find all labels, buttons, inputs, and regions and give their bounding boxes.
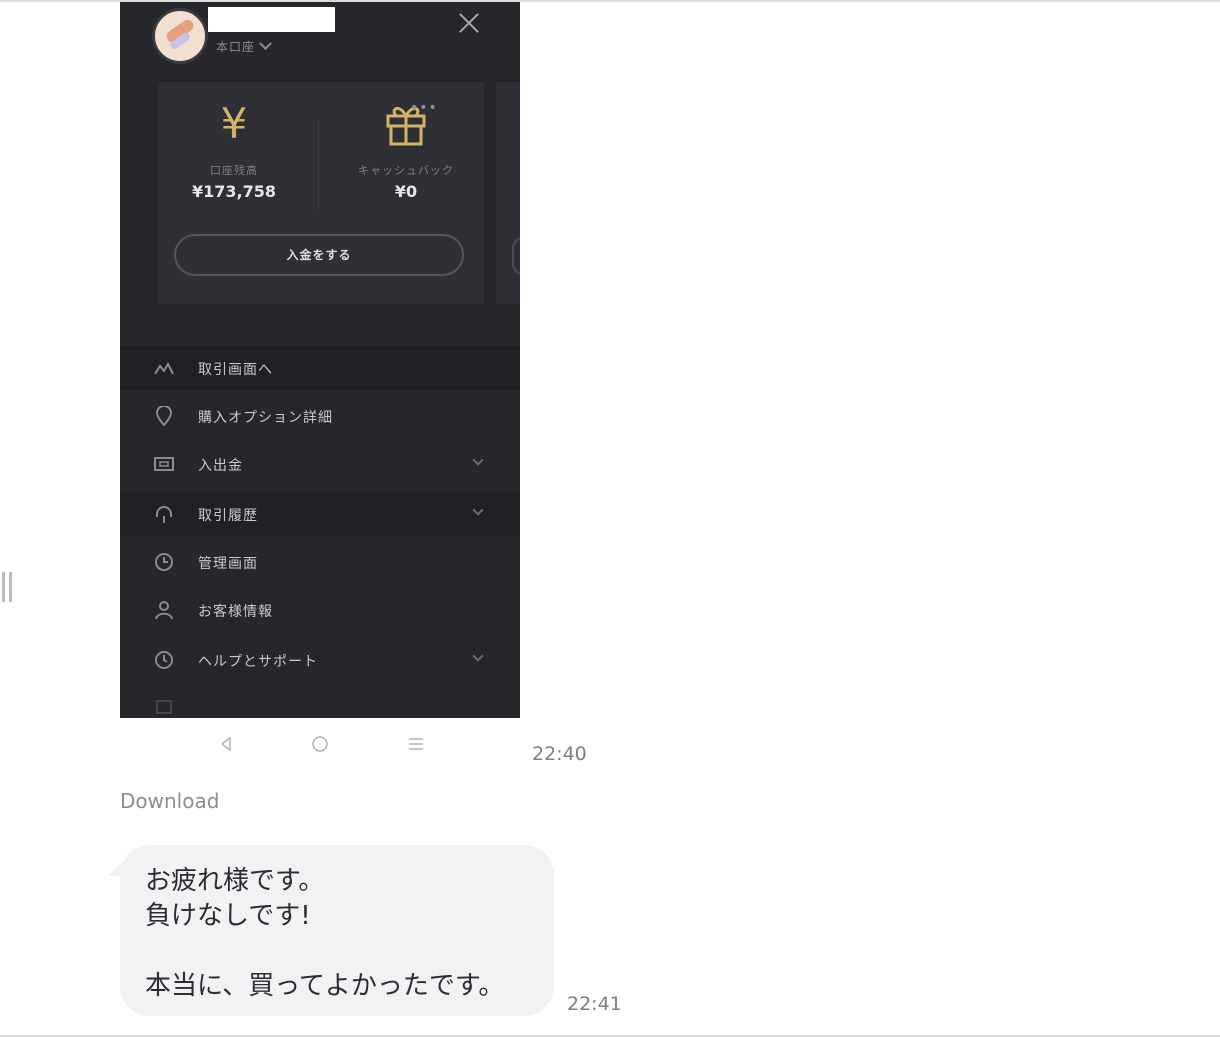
cashback-label: キャッシュバック [358, 164, 454, 177]
clock-icon [155, 553, 173, 571]
account-type-selector: 本口座 [216, 37, 272, 55]
menu-item-purchase-options: 購入オプション詳細 [120, 394, 520, 438]
more-dots-icon: ••• [410, 100, 438, 116]
menu-label: ヘルプとサポート [198, 654, 318, 670]
app-menu-screen: 本口座 ¥ 口座残高 ¥173,758 キャッシュバック ¥0 入金をする ••… [120, 2, 520, 718]
cashback-value: ¥0 [394, 182, 418, 201]
shared-screenshot-image[interactable]: 本口座 ¥ 口座残高 ¥173,758 キャッシュバック ¥0 入金をする ••… [120, 2, 520, 767]
balance-divider [318, 120, 319, 210]
chevron-down-icon [472, 454, 484, 466]
chevron-down-icon [472, 650, 484, 662]
bottom-divider [0, 1035, 1220, 1037]
cashback-balance: キャッシュバック ¥0 [336, 96, 476, 201]
recents-icon [409, 738, 423, 750]
user-icon [155, 601, 173, 620]
resize-handle[interactable] [2, 572, 14, 602]
message-line: 負けなしです! [145, 901, 311, 931]
image-message-time: 22:40 [532, 743, 587, 765]
location-pin-icon [155, 406, 173, 426]
text-message-time: 22:41 [567, 993, 622, 1015]
headset-icon [156, 506, 172, 523]
menu-item-deposit-withdraw: 入出金 [120, 442, 520, 486]
chart-line-icon [154, 361, 174, 375]
menu-item-customer-info: お客様情報 [120, 588, 520, 632]
android-nav-bar [120, 718, 520, 767]
wallet-icon [154, 457, 174, 471]
menu-item-trade-screen: 取引画面へ [120, 346, 520, 390]
menu-label: 取引画面へ [198, 362, 273, 378]
deposit-button: 入金をする [174, 234, 464, 276]
yen-icon: ¥ [220, 99, 248, 148]
question-icon [155, 651, 173, 669]
avatar [152, 8, 208, 64]
menu-label: 管理画面 [198, 556, 258, 572]
menu-label: 入出金 [198, 458, 243, 474]
download-link[interactable]: Download [120, 789, 219, 813]
menu-label: お客様情報 [198, 604, 273, 620]
back-icon [220, 736, 231, 752]
account-balance-label: 口座残高 [210, 164, 258, 177]
menu-item-trade-history: 取引履歴 [120, 492, 520, 536]
home-icon [312, 736, 328, 752]
menu-label: 取引履歴 [198, 508, 258, 524]
message-line: お疲れ様です。 [145, 866, 325, 896]
menu-item-management: 管理画面 [120, 540, 520, 584]
next-card-peek [496, 82, 520, 304]
text-message-bubble[interactable]: お疲れ様です。 負けなしです! 本当に、買ってよかったです。 [120, 845, 554, 1016]
menu-item-help-support: ヘルプとサポート [120, 638, 520, 682]
message-line: 本当に、買ってよかったです。 [145, 971, 505, 1001]
account-balance: ¥ 口座残高 ¥173,758 [164, 96, 304, 201]
account-balance-value: ¥173,758 [191, 182, 276, 201]
document-icon [156, 700, 172, 714]
close-icon [456, 10, 482, 36]
menu-label: 購入オプション詳細 [198, 410, 333, 426]
chevron-down-icon [472, 504, 484, 516]
menu-item-cut-off [120, 684, 520, 718]
account-type-label: 本口座 [216, 40, 256, 54]
redacted-username [208, 7, 335, 32]
chevron-down-icon [259, 37, 272, 51]
